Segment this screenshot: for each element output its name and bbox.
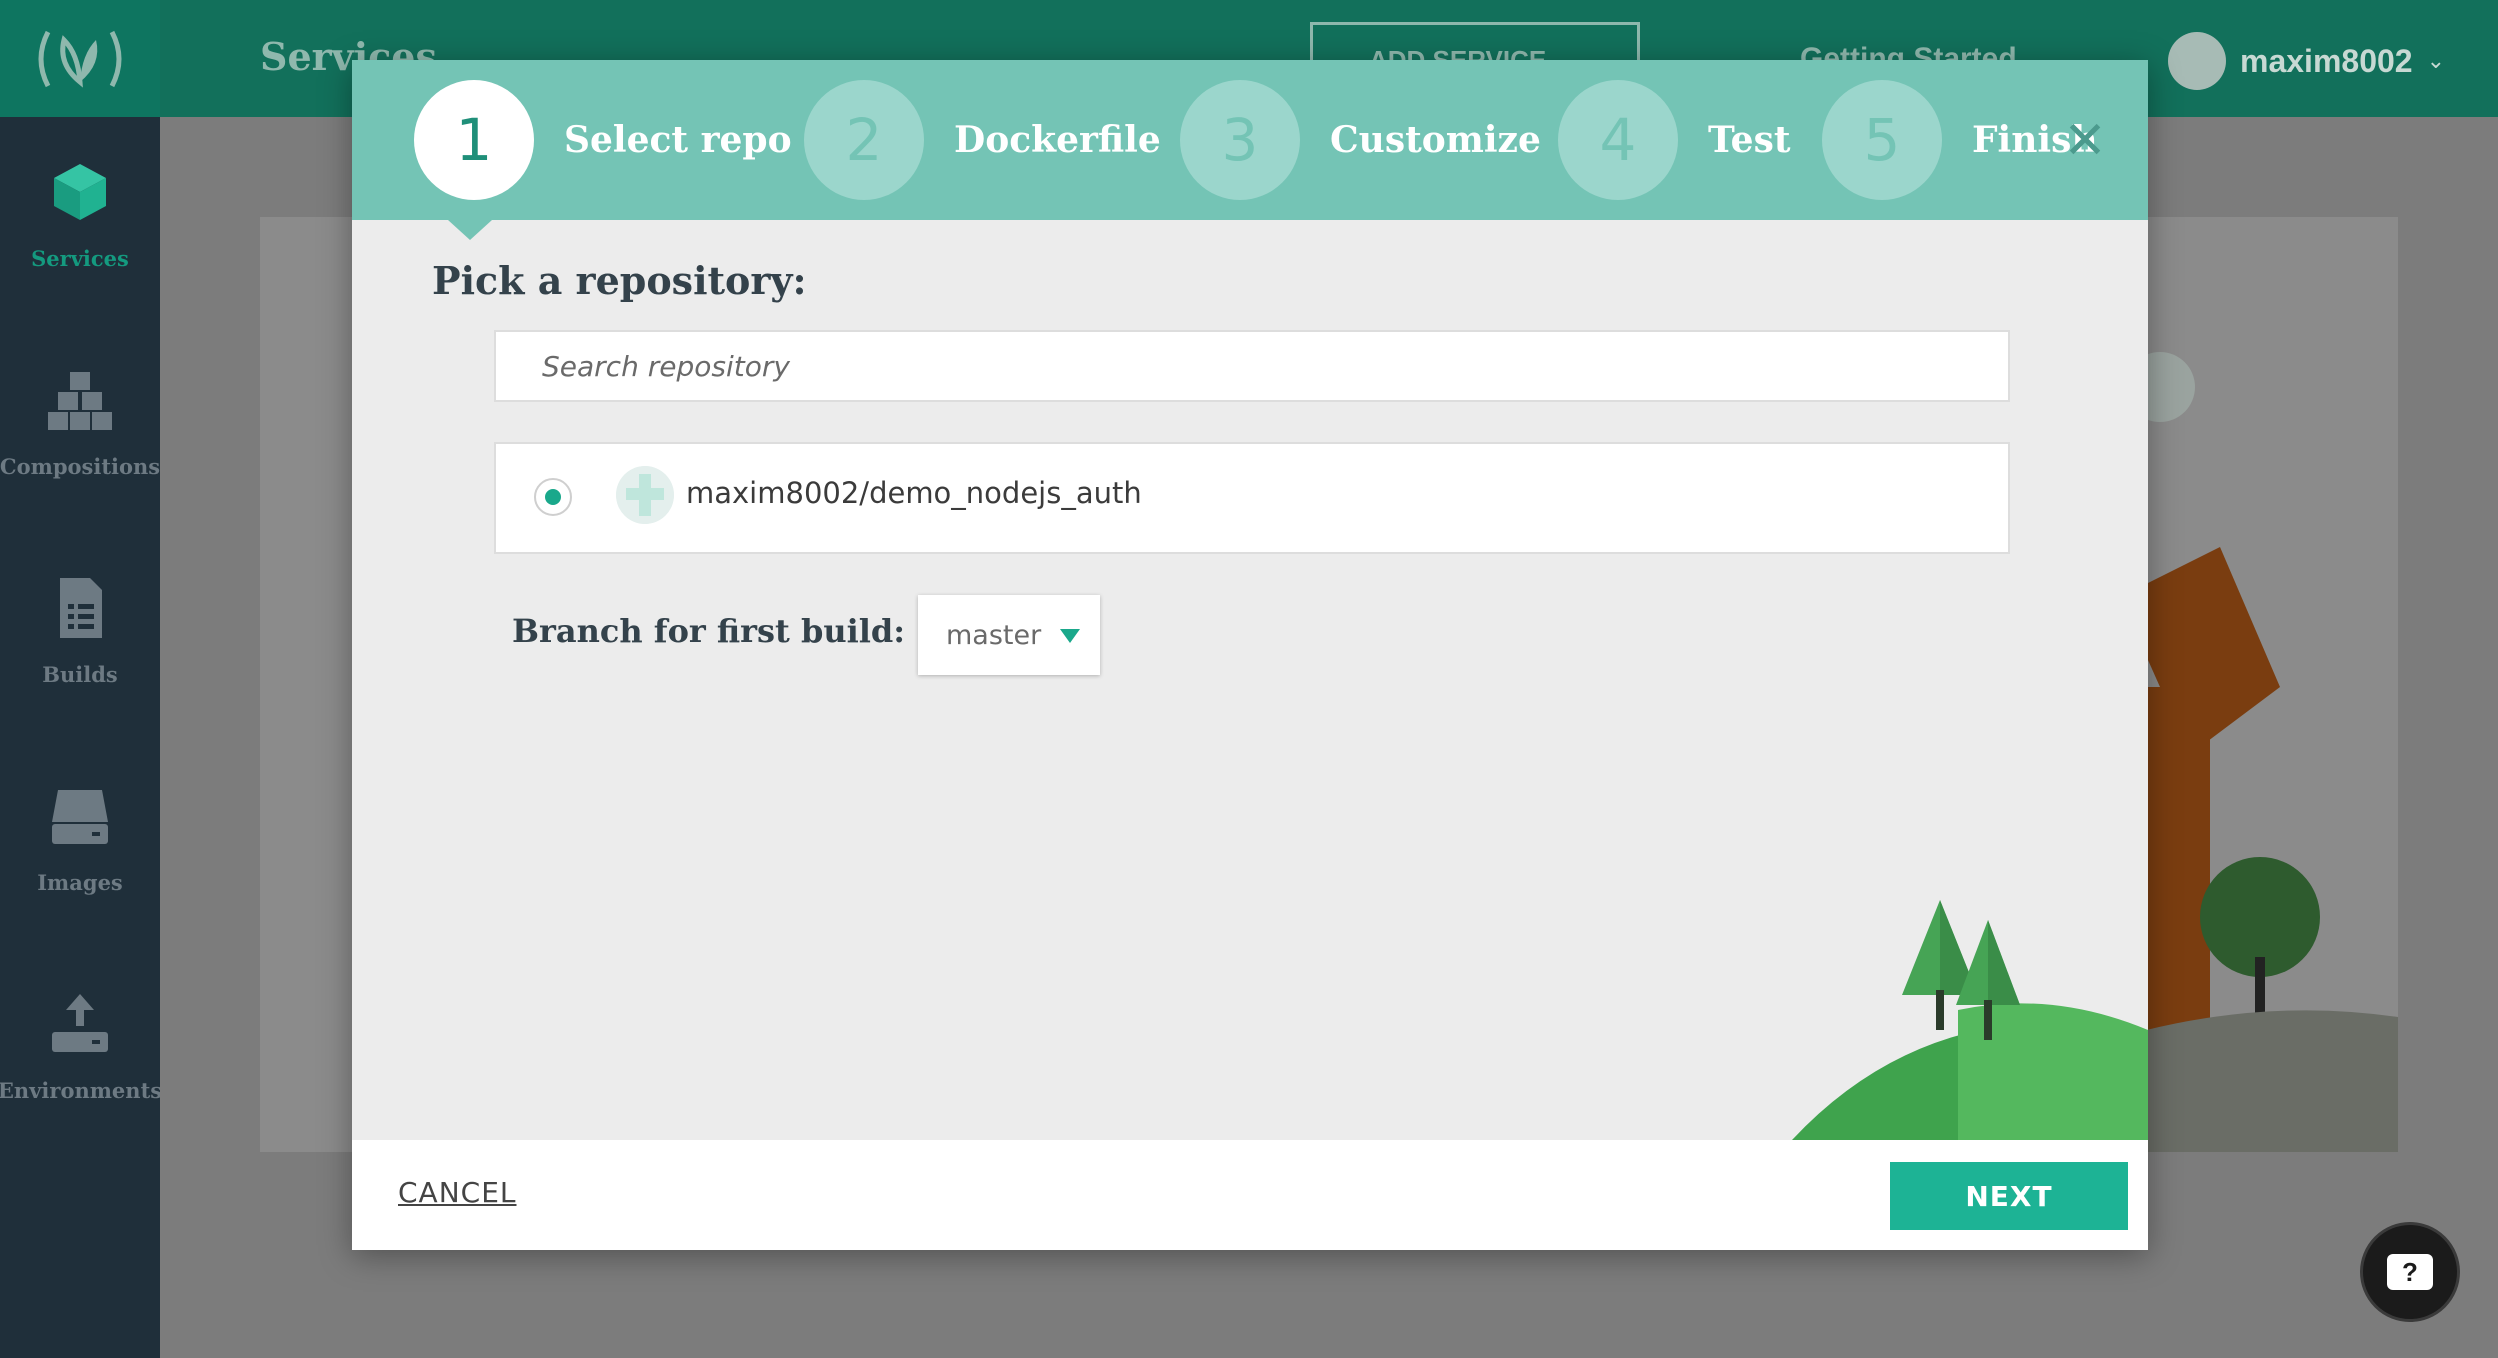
drive-icon [52, 790, 108, 844]
step-customize[interactable]: 3 Customize [1180, 80, 1541, 200]
branch-label: Branch for first build: [512, 612, 906, 650]
step-number: 2 [804, 80, 924, 200]
sidebar-item-images[interactable]: Images [0, 784, 160, 964]
step-label: Dockerfile [954, 119, 1161, 161]
sidebar-item-label: Environments [0, 1078, 163, 1103]
avatar [2168, 32, 2226, 90]
hill-illustration [1792, 900, 2148, 1140]
section-title: Pick a repository: [432, 258, 807, 303]
caret-down-icon [1060, 629, 1080, 643]
step-number: 5 [1822, 80, 1942, 200]
sidebar-item-label: Images [37, 870, 123, 895]
create-service-modal: 1 Select repo 2 Dockerfile 3 Customize 4… [352, 60, 2148, 1250]
repository-list: maxim8002/demo_nodejs_auth [494, 442, 2010, 554]
step-label: Test [1708, 119, 1791, 161]
document-icon [60, 578, 102, 638]
user-name: maxim8002 [2240, 42, 2413, 79]
sidebar-item-builds[interactable]: Builds [0, 576, 160, 756]
cubes-icon [48, 372, 112, 430]
upload-icon [52, 994, 108, 1052]
sidebar-item-label: Builds [42, 662, 118, 687]
cube-icon [54, 164, 106, 220]
sidebar-item-environments[interactable]: Environments [0, 992, 163, 1172]
wizard-stepper: 1 Select repo 2 Dockerfile 3 Customize 4… [352, 60, 2148, 220]
repo-avatar [616, 466, 674, 524]
sidebar-item-compositions[interactable]: Compositions [0, 368, 160, 548]
sidebar-item-services[interactable]: Services [0, 160, 160, 340]
active-step-pointer [448, 220, 492, 240]
search-input[interactable] [494, 330, 2010, 402]
next-button[interactable]: NEXT [1890, 1162, 2128, 1230]
repo-name: maxim8002/demo_nodejs_auth [686, 476, 1142, 510]
sidebar-item-label: Services [31, 246, 129, 271]
step-label: Customize [1330, 119, 1541, 161]
leaf-logo-icon [38, 30, 122, 88]
help-icon: ? [2387, 1254, 2433, 1290]
step-number: 4 [1558, 80, 1678, 200]
step-number: 3 [1180, 80, 1300, 200]
step-dockerfile[interactable]: 2 Dockerfile [804, 80, 1161, 200]
list-item[interactable]: maxim8002/demo_nodejs_auth [496, 444, 2008, 552]
branch-select[interactable]: master [918, 595, 1100, 675]
chevron-down-icon: ⌄ [2426, 48, 2446, 73]
modal-footer: CANCEL NEXT [352, 1140, 2148, 1250]
cancel-button[interactable]: CANCEL [398, 1176, 517, 1209]
logo[interactable] [0, 0, 160, 117]
sidebar: Services Compositions Builds Images Envi… [0, 0, 163, 1358]
help-button[interactable]: ? [2360, 1222, 2460, 1322]
repo-radio[interactable] [534, 478, 572, 516]
step-label: Select repo [564, 119, 792, 161]
step-finish[interactable]: 5 Finish [1822, 80, 2098, 200]
step-test[interactable]: 4 Test [1558, 80, 1790, 200]
user-menu[interactable]: maxim8002 ⌄ [2168, 32, 2445, 90]
close-icon[interactable]: ✕ [2062, 115, 2108, 167]
step-select-repo[interactable]: 1 Select repo [414, 80, 792, 200]
branch-value: master [946, 619, 1042, 651]
step-number: 1 [414, 80, 534, 200]
radio-selected-dot [545, 489, 561, 505]
sidebar-item-label: Compositions [0, 454, 161, 479]
